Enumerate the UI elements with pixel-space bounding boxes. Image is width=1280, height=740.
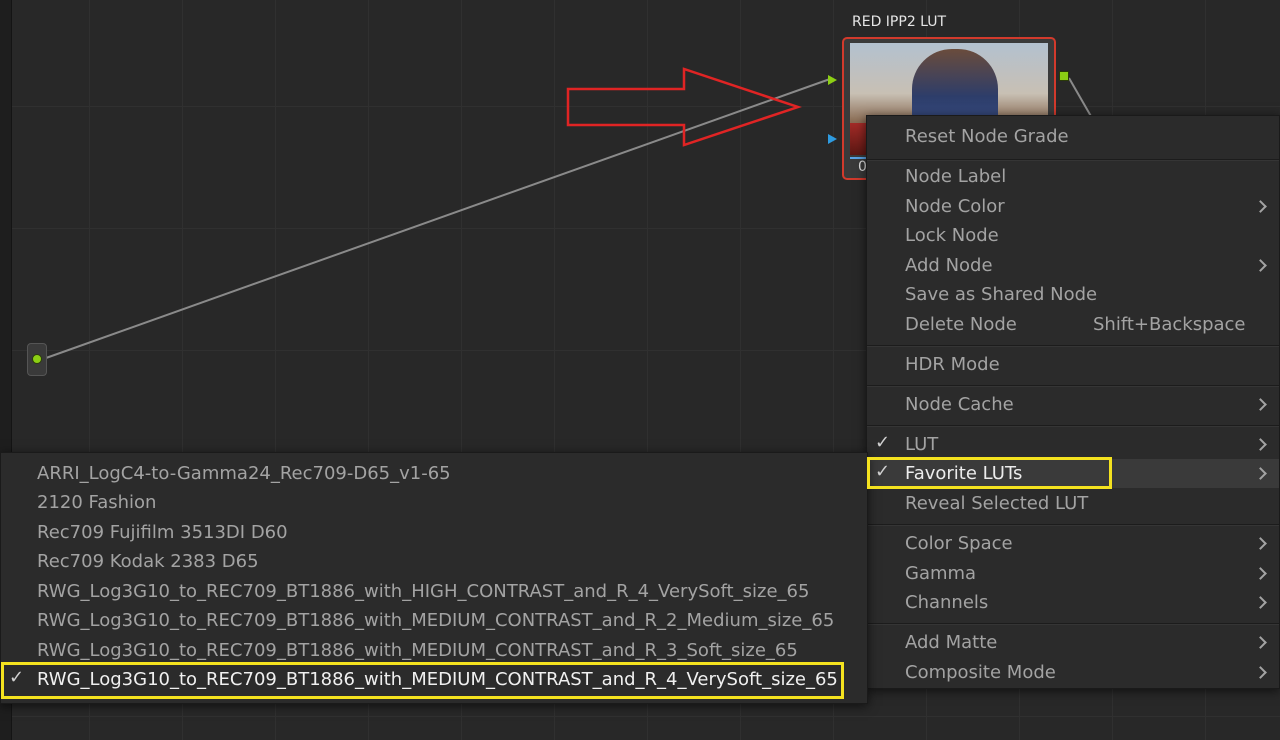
menu-separator (867, 345, 1279, 347)
node-label: RED IPP2 LUT (852, 14, 947, 30)
menu-separator (867, 623, 1279, 625)
menu-item-save-as-shared-node[interactable]: Save as Shared Node (867, 280, 1279, 309)
menu-separator (867, 425, 1279, 427)
menu-item-channels[interactable]: Channels (867, 588, 1279, 617)
lut-item[interactable]: RWG_Log3G10_to_REC709_BT1886_with_MEDIUM… (1, 636, 867, 665)
source-output-port[interactable] (32, 354, 42, 364)
chevron-right-icon (1254, 596, 1267, 609)
menu-item-add-matte[interactable]: Add Matte (867, 628, 1279, 657)
favorite-luts-submenu: ARRI_LogC4-to-Gamma24_Rec709-D65_v1-65 2… (0, 452, 868, 704)
annotation-arrow-icon (566, 67, 802, 147)
menu-item-favorite-luts[interactable]: ✓ Favorite LUTs (867, 459, 1279, 488)
node-rgb-input-port[interactable] (828, 75, 837, 85)
lut-item-selected[interactable]: ✓ RWG_Log3G10_to_REC709_BT1886_with_MEDIU… (1, 665, 867, 694)
menu-separator (867, 524, 1279, 526)
chevron-right-icon (1254, 259, 1267, 272)
chevron-right-icon (1254, 636, 1267, 649)
chevron-right-icon (1254, 467, 1267, 480)
source-input-node[interactable] (27, 343, 47, 376)
check-icon: ✓ (875, 432, 891, 453)
menu-item-color-space[interactable]: Color Space (867, 529, 1279, 558)
menu-separator (867, 385, 1279, 387)
chevron-right-icon (1254, 567, 1267, 580)
menu-item-reveal-selected-lut[interactable]: Reveal Selected LUT (867, 489, 1279, 518)
menu-item-lut[interactable]: ✓ LUT (867, 430, 1279, 459)
chevron-right-icon (1254, 666, 1267, 679)
link-node-output[interactable] (1068, 77, 1093, 119)
menu-item-composite-mode[interactable]: Composite Mode (867, 658, 1279, 687)
chevron-right-icon (1254, 200, 1267, 213)
lut-item[interactable]: Rec709 Kodak 2383 D65 (1, 547, 867, 576)
lut-item[interactable]: 2120 Fashion (1, 488, 867, 517)
chevron-right-icon (1254, 398, 1267, 411)
chevron-right-icon (1254, 537, 1267, 550)
menu-item-hdr-mode[interactable]: HDR Mode (867, 350, 1279, 379)
menu-item-delete-node[interactable]: Delete Node Shift+Backspace (867, 310, 1279, 339)
menu-separator (867, 159, 1279, 161)
menu-item-node-cache[interactable]: Node Cache (867, 390, 1279, 419)
menu-item-lock-node[interactable]: Lock Node (867, 221, 1279, 250)
node-key-input-port[interactable] (828, 134, 837, 144)
menu-item-node-color[interactable]: Node Color (867, 192, 1279, 221)
shortcut-label: Shift+Backspace (1093, 314, 1246, 335)
lut-item[interactable]: RWG_Log3G10_to_REC709_BT1886_with_MEDIUM… (1, 606, 867, 635)
menu-item-gamma[interactable]: Gamma (867, 559, 1279, 588)
check-icon: ✓ (875, 461, 891, 482)
chevron-right-icon (1254, 438, 1267, 451)
menu-item-node-label[interactable]: Node Label (867, 162, 1279, 191)
menu-item-add-node[interactable]: Add Node (867, 251, 1279, 280)
node-context-menu: Reset Node Grade Node Label Node Color L… (866, 115, 1280, 689)
check-icon: ✓ (9, 667, 25, 688)
lut-item[interactable]: ARRI_LogC4-to-Gamma24_Rec709-D65_v1-65 (1, 459, 867, 488)
lut-item[interactable]: Rec709 Fujifilm 3513DI D60 (1, 518, 867, 547)
menu-item-reset-node-grade[interactable]: Reset Node Grade (867, 122, 1279, 151)
lut-item[interactable]: RWG_Log3G10_to_REC709_BT1886_with_HIGH_C… (1, 577, 867, 606)
node-rgb-output-port[interactable] (1059, 71, 1069, 81)
